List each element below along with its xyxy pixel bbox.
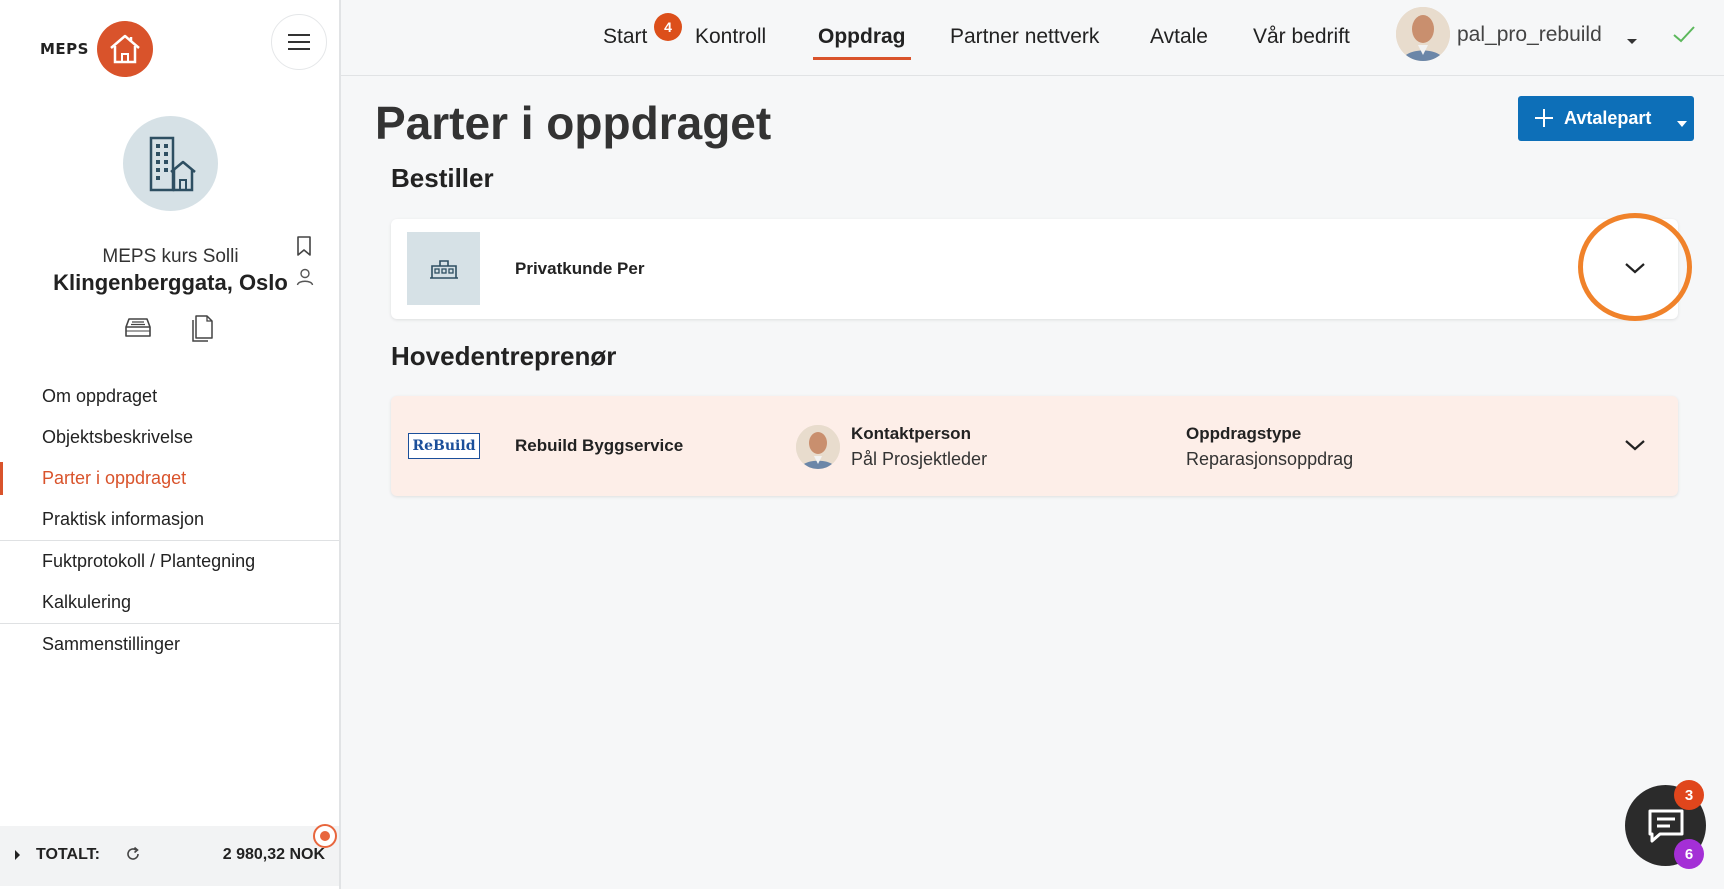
house-logo-icon <box>96 21 153 77</box>
sidebar-nav: Om oppdraget Objektsbeskrivelse Parter i… <box>0 376 339 665</box>
chat-badge-unread: 3 <box>1674 780 1704 810</box>
orderer-thumbnail <box>407 232 480 305</box>
plus-icon <box>1534 108 1554 131</box>
refresh-icon[interactable] <box>125 846 141 867</box>
hamburger-icon <box>288 34 310 50</box>
top-nav-kontroll[interactable]: Kontroll <box>695 0 766 76</box>
sidebar-item-fuktprotokoll[interactable]: Fuktprotokoll / Plantegning <box>0 541 339 582</box>
contractor-name: Rebuild Byggservice <box>515 436 684 455</box>
top-nav-start[interactable]: Start <box>603 0 647 76</box>
caret-down-icon <box>1676 116 1688 131</box>
username[interactable]: pal_pro_rebuild <box>1457 23 1602 47</box>
logo-text: MEPS <box>40 40 89 58</box>
sidebar-item-om-oppdraget[interactable]: Om oppdraget <box>0 376 339 417</box>
sidebar-item-objektsbeskrivelse[interactable]: Objektsbeskrivelse <box>0 417 339 458</box>
orderer-card[interactable]: Privatkunde Per <box>391 219 1678 319</box>
chevron-down-icon[interactable] <box>1623 433 1647 462</box>
contact-value: Pål Prosjektleder <box>851 449 988 469</box>
total-label: TOTALT: <box>36 846 100 863</box>
sidebar-item-parter-i-oppdraget[interactable]: Parter i oppdraget <box>0 458 339 499</box>
building-icon <box>429 259 458 279</box>
sidebar-item-praktisk-informasjon[interactable]: Praktisk informasjon <box>0 499 339 540</box>
check-icon <box>1672 24 1696 49</box>
contact-avatar <box>796 425 840 469</box>
caret-right-icon[interactable] <box>14 848 22 866</box>
inbox-tray-icon[interactable] <box>124 317 152 344</box>
menu-toggle-button[interactable] <box>271 14 327 70</box>
chat-icon <box>1648 809 1683 842</box>
sidebar-item-sammenstillinger[interactable]: Sammenstillinger <box>0 624 339 665</box>
assignment-type-label: Oppdragstype <box>1186 424 1302 443</box>
section-heading-bestiller: Bestiller <box>391 163 494 193</box>
person-icon[interactable] <box>296 268 314 291</box>
rebuild-logo: ReBuild <box>408 433 480 459</box>
top-nav-partner-nettverk[interactable]: Partner nettverk <box>950 0 1099 76</box>
caret-down-icon[interactable] <box>1626 33 1638 51</box>
total-bar[interactable]: TOTALT: 2 980,32 NOK <box>0 826 339 886</box>
chat-badge-secondary: 6 <box>1674 839 1704 869</box>
sidebar-item-kalkulering[interactable]: Kalkulering <box>0 582 339 623</box>
assignment-type-value: Reparasjonsoppdrag <box>1186 449 1354 469</box>
orderer-name: Privatkunde Per <box>515 259 645 278</box>
top-nav-oppdrag[interactable]: Oppdrag <box>813 0 910 76</box>
top-nav-avtale[interactable]: Avtale <box>1150 0 1208 76</box>
user-avatar[interactable] <box>1396 7 1450 61</box>
meps-logo[interactable]: MEPS <box>40 20 153 78</box>
section-heading-hovedentreprenor: Hovedentreprenør <box>391 341 617 371</box>
object-name: MEPS kurs Solli <box>102 246 239 267</box>
notification-badge: 4 <box>654 13 682 41</box>
sidebar: MEPS MEPS kurs Solli Klingenberggata, Os… <box>0 0 341 889</box>
object-address: Klingenberggata, Oslo <box>53 270 288 295</box>
add-avtalepart-button[interactable]: Avtalepart <box>1518 96 1694 141</box>
contact-label: Kontaktperson <box>851 424 971 443</box>
total-value: 2 980,32 NOK <box>222 846 325 863</box>
documents-icon[interactable] <box>190 314 216 347</box>
top-nav-var-bedrift[interactable]: Vår bedrift <box>1253 0 1350 76</box>
chevron-down-icon[interactable] <box>1623 256 1647 285</box>
building-house-icon <box>149 136 196 191</box>
bookmark-icon[interactable] <box>296 236 312 261</box>
page-title: Parter i oppdraget <box>375 97 772 149</box>
object-avatar <box>123 116 218 211</box>
add-button-label: Avtalepart <box>1564 108 1652 128</box>
contractor-card[interactable]: ReBuild Rebuild Byggservice Kontaktperso… <box>391 396 1678 496</box>
record-indicator-icon[interactable] <box>313 824 337 848</box>
